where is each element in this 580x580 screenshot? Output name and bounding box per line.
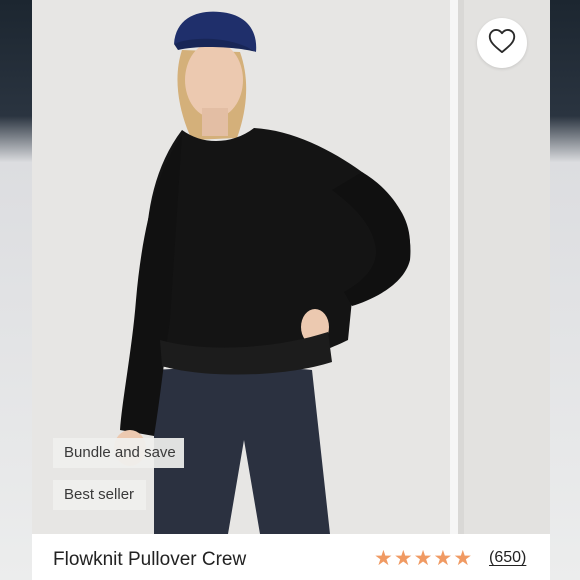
star-icon: ★ [374,547,393,570]
left-edge-shadow [0,0,32,580]
favorite-button[interactable] [477,18,527,68]
best-seller-badge: Best seller [53,480,146,510]
product-title[interactable]: Flowknit Pullover Crew [53,549,246,571]
bundle-and-save-badge: Bundle and save [53,438,184,468]
product-info-bar: Flowknit Pullover Crew ★ ★ ★ ★ ★ (650) [32,534,550,580]
star-icon: ★ [453,547,473,570]
review-count-link[interactable]: (650) [489,549,526,567]
next-product-image[interactable] [458,0,550,534]
star-icon: ★ [393,547,413,570]
star-icon: ★ [433,547,453,570]
image-divider [450,0,458,534]
next-image-shade [458,0,550,534]
right-edge-shadow [550,0,580,580]
star-icon: ★ [413,547,433,570]
rating-stars[interactable]: ★ ★ ★ ★ ★ [374,547,473,570]
heart-outline-icon [488,28,516,59]
